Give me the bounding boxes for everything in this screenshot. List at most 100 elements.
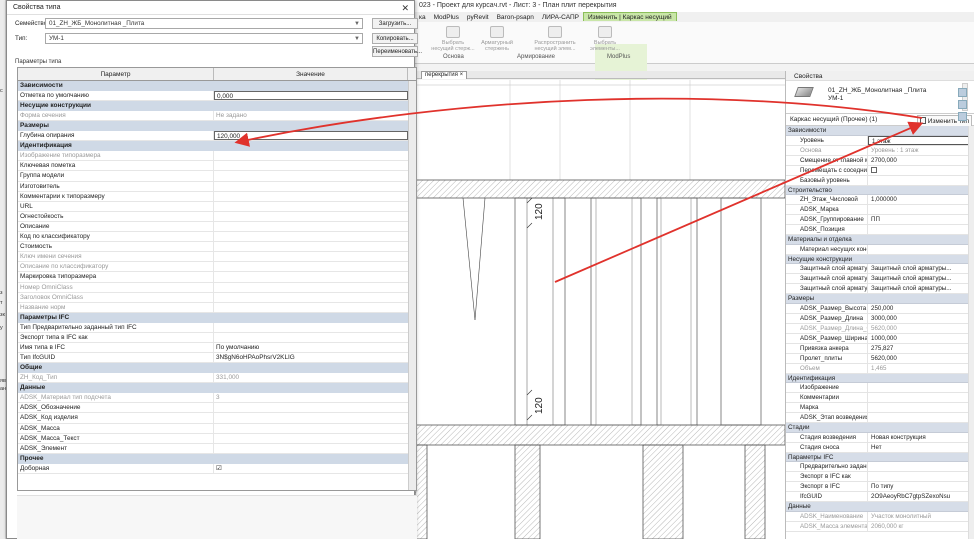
property-value[interactable]: 1 этаж xyxy=(868,135,969,145)
grid-row[interactable]: Ключ имени сечения xyxy=(18,252,416,263)
parameter-value[interactable] xyxy=(214,222,408,231)
property-category[interactable]: Несущие конструкции xyxy=(786,254,969,264)
grid-category[interactable]: Прочее⌃ xyxy=(18,453,416,464)
duplicate-button[interactable]: Копировать... xyxy=(372,33,418,44)
property-category[interactable]: Данные xyxy=(786,502,969,512)
property-value[interactable]: Нет xyxy=(868,443,969,452)
property-value[interactable] xyxy=(868,176,969,185)
grid-row[interactable]: ADSK_Обозначение xyxy=(18,403,416,414)
property-row[interactable]: IfcGUID 2O9AeoyRbC7gtpSZexoNsu xyxy=(786,492,969,502)
parameter-value[interactable] xyxy=(214,182,408,191)
property-value[interactable] xyxy=(868,462,969,471)
parameter-value[interactable] xyxy=(214,192,408,201)
grid-category[interactable]: Зависимости⌃ xyxy=(18,81,416,91)
property-value[interactable]: 2O9AeoyRbC7gtpSZexoNsu xyxy=(868,492,969,501)
pan-icon[interactable] xyxy=(958,100,967,109)
grid-row[interactable]: ADSK_Код изделия xyxy=(18,413,416,424)
grid-category[interactable]: Общие⌃ xyxy=(18,363,416,374)
property-value[interactable]: Защитный слой арматуры... xyxy=(868,274,969,283)
property-row[interactable]: ADSK_Размер_Длина 3000,000 xyxy=(786,313,969,324)
property-value[interactable]: 275,827 xyxy=(868,344,969,353)
grid-row[interactable]: Код по классификатору xyxy=(18,232,416,243)
zoom-icon[interactable] xyxy=(958,88,967,97)
type-selector[interactable]: 01_ZH_ЖБ_Монолитная _Плита УМ-1 xyxy=(786,81,974,114)
close-icon[interactable]: ✕ xyxy=(401,1,409,15)
grid-row[interactable]: Описание xyxy=(18,221,416,233)
grid-row[interactable]: Заголовок OmniClass xyxy=(18,292,416,303)
property-row[interactable]: Базовый уровень xyxy=(786,175,969,186)
property-value[interactable] xyxy=(868,472,969,481)
grid-row[interactable]: ADSK_Масса xyxy=(18,423,416,434)
property-row[interactable]: Смещение от главной мо...2700,000 xyxy=(786,155,969,166)
property-row[interactable]: Основа Уровень : 1 этаж xyxy=(786,145,969,156)
grid-row[interactable]: Комментарии к типоразмеру xyxy=(18,191,416,202)
property-row[interactable]: ADSK_Позиция xyxy=(786,225,969,235)
grid-row[interactable]: Имя типа в IFC По умолчанию xyxy=(18,342,416,354)
grid-row[interactable]: Глубина опирания 120,000 xyxy=(18,131,416,142)
grid-row[interactable]: URL xyxy=(18,201,416,212)
parameter-value[interactable] xyxy=(214,424,408,433)
selection-filter[interactable]: Каркас несущий (Прочее) (1) Изменить тип xyxy=(786,114,974,127)
grid-row[interactable]: Изготовитель xyxy=(18,181,416,192)
ribbon-button[interactable]: Выбрать элементы... xyxy=(583,26,627,52)
property-value[interactable] xyxy=(868,205,969,214)
property-row[interactable]: ADSK_Наименование Участок монолитный xyxy=(786,511,969,522)
parameter-value[interactable] xyxy=(214,413,408,422)
property-category[interactable]: Стадии xyxy=(786,423,969,433)
parameter-value[interactable] xyxy=(214,434,408,443)
property-row[interactable]: Предварительно заданн... xyxy=(786,462,969,472)
ribbon-button[interactable]: Выбрать несущий стерж... xyxy=(431,26,475,52)
property-row[interactable]: ADSK_Размер_Длина_Спец5620,000 xyxy=(786,323,969,334)
ribbon-button[interactable]: Распространить несущий элем... xyxy=(533,26,577,52)
view-tab[interactable]: перекрытия × xyxy=(421,71,468,79)
grid-row[interactable]: Огнестойкость xyxy=(18,211,416,222)
rename-button[interactable]: Переименовать... xyxy=(372,46,422,57)
type-combo[interactable]: УМ-1 ▼ xyxy=(45,33,363,44)
parameter-value[interactable] xyxy=(214,323,408,332)
property-value[interactable] xyxy=(868,393,969,402)
property-row[interactable]: Привязка анкера 275,827 xyxy=(786,343,969,354)
property-row[interactable]: Защитный слой арматур...Защитный слой ар… xyxy=(786,274,969,284)
property-category[interactable]: Зависимости xyxy=(786,126,969,136)
grid-row[interactable]: ADSK_Материал тип подсчета 3 xyxy=(18,393,416,404)
parameter-value[interactable] xyxy=(214,202,408,211)
property-category[interactable]: Идентификация xyxy=(786,373,969,383)
parameter-value[interactable] xyxy=(214,242,408,251)
grid-row[interactable]: Название норм xyxy=(18,302,416,313)
property-value[interactable]: Защитный слой арматуры... xyxy=(868,264,969,273)
grid-row[interactable]: Отметка по умолчанию 0,000 xyxy=(18,91,416,102)
parameter-value[interactable] xyxy=(214,171,408,180)
property-value[interactable]: 5620,000 xyxy=(868,354,969,363)
property-category[interactable]: Размеры xyxy=(786,294,969,304)
property-row[interactable]: ADSK_Размер_Высота 250,000 xyxy=(786,303,969,314)
property-row[interactable]: ADSK_Этап возведения xyxy=(786,413,969,423)
ribbon-tab[interactable]: pyRevit xyxy=(463,13,493,21)
property-value[interactable] xyxy=(868,225,969,234)
property-value[interactable]: ПП xyxy=(868,215,969,224)
grid-row[interactable]: Тип Предварительно заданный тип IFC xyxy=(18,322,416,333)
ribbon-tab[interactable]: Изменить | Каркас несущий xyxy=(583,12,677,21)
property-value[interactable] xyxy=(868,245,969,254)
property-value[interactable] xyxy=(868,403,969,412)
property-row[interactable]: Уровень 1 этаж xyxy=(786,135,969,146)
grid-category[interactable]: Параметры IFC⌃ xyxy=(18,312,416,323)
grid-row[interactable]: Маркировка типоразмера xyxy=(18,272,416,283)
ribbon-tab[interactable]: Ваrоn-рsapn xyxy=(493,13,538,21)
property-row[interactable]: Экспорт в IFC По типу xyxy=(786,482,969,492)
property-value[interactable]: 1000,000 xyxy=(868,334,969,343)
property-row[interactable]: ADSK_Марка xyxy=(786,205,969,215)
property-value[interactable] xyxy=(868,383,969,392)
property-category[interactable]: Параметры IFC xyxy=(786,452,969,462)
property-value[interactable]: 250,000 xyxy=(868,304,969,313)
property-row[interactable]: Защитный слой арматур...Защитный слой ар… xyxy=(786,264,969,274)
property-category[interactable]: Материалы и отделка xyxy=(786,235,969,245)
grid-category[interactable]: Несущие конструкции⌃ xyxy=(18,101,416,112)
grid-row[interactable]: Доборная ☑ xyxy=(18,463,416,474)
property-row[interactable]: Стадия возведения Новая конструкция xyxy=(786,432,969,443)
property-value[interactable]: Защитный слой арматуры... xyxy=(868,284,969,293)
close-icon[interactable]: × xyxy=(460,72,464,78)
property-row[interactable]: ZH_Этаж_Числовой 1,000000 xyxy=(786,195,969,205)
property-row[interactable]: Защитный слой арматур...Защитный слой ар… xyxy=(786,284,969,294)
drawing-canvas[interactable]: 120 120 xyxy=(414,80,786,539)
grid-row[interactable]: ADSK_Масса_Текст xyxy=(18,433,416,444)
